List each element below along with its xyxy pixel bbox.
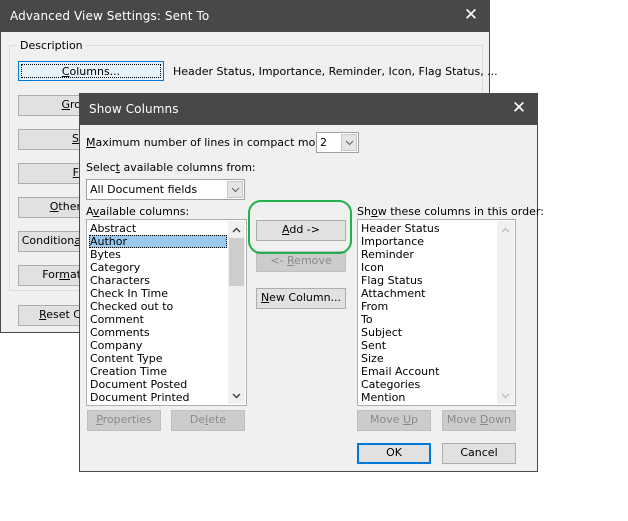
shown-columns-scrollbar[interactable]	[497, 221, 514, 404]
max-lines-value: 2	[320, 136, 327, 149]
delete-button[interactable]: Delete	[171, 410, 245, 431]
scroll-down-icon[interactable]	[228, 387, 245, 404]
add-button[interactable]: Add ->	[256, 220, 346, 241]
dialog-title: Advanced View Settings: Sent To	[10, 9, 210, 23]
available-column-item[interactable]: Characters	[89, 274, 227, 287]
columns-button[interactable]: Columns...	[18, 61, 164, 81]
move-down-button[interactable]: Move Down	[442, 410, 516, 431]
select-from-dropdown[interactable]: All Document fields	[86, 179, 245, 200]
available-column-item[interactable]: Comments	[89, 326, 227, 339]
ok-button[interactable]: OK	[357, 443, 431, 464]
scrollbar-thumb[interactable]	[229, 238, 244, 286]
available-column-item[interactable]: Check In Time	[89, 287, 227, 300]
max-lines-dropdown[interactable]: 2	[316, 132, 359, 153]
shown-columns-list[interactable]: Header Status Importance Reminder Icon Flag …	[357, 219, 516, 406]
select-from-label: Select available columns from:	[86, 161, 256, 174]
shown-column-item[interactable]: To	[360, 313, 496, 326]
chevron-down-icon[interactable]	[341, 134, 357, 151]
available-column-item[interactable]: Bytes	[89, 248, 227, 261]
shown-column-item[interactable]: Subject	[360, 326, 496, 339]
shown-column-item[interactable]: Header Status	[360, 222, 496, 235]
shown-columns-label: Show these columns in this order:	[357, 205, 544, 218]
close-icon[interactable]: ✕	[463, 6, 479, 24]
shown-column-item[interactable]: Reminder	[360, 248, 496, 261]
chevron-down-icon[interactable]	[227, 181, 243, 198]
available-column-item[interactable]: Document Printed	[89, 391, 227, 404]
available-columns-list[interactable]: Abstract Author Bytes Category Characters Che…	[86, 219, 247, 406]
close-icon[interactable]: ✕	[511, 99, 527, 117]
description-group-label: Description	[17, 39, 86, 52]
available-column-item[interactable]: Company	[89, 339, 227, 352]
show-columns-dialog: Show Columns ✕ Maximum number of lines i…	[79, 93, 544, 472]
scroll-up-icon[interactable]	[497, 221, 514, 238]
shown-column-item[interactable]: Size	[360, 352, 496, 365]
max-lines-label: Maximum number of lines in compact mode:	[86, 136, 333, 149]
available-column-item[interactable]: Creation Time	[89, 365, 227, 378]
properties-button[interactable]: Properties	[87, 410, 161, 431]
shown-column-item[interactable]: Sent	[360, 339, 496, 352]
shown-column-item[interactable]: From	[360, 300, 496, 313]
select-from-value: All Document fields	[90, 183, 198, 196]
move-up-button[interactable]: Move Up	[357, 410, 431, 431]
available-column-item[interactable]: Abstract	[89, 222, 227, 235]
advanced-view-settings-titlebar[interactable]: Advanced View Settings: Sent To ✕	[1, 1, 489, 32]
shown-column-item[interactable]: Flag Status	[360, 274, 496, 287]
scroll-down-icon[interactable]	[497, 387, 514, 404]
new-column-button[interactable]: New Column...	[256, 288, 346, 309]
dialog-title: Show Columns	[89, 102, 179, 116]
scroll-up-icon[interactable]	[228, 221, 245, 238]
cancel-button[interactable]: Cancel	[442, 443, 516, 464]
available-column-item[interactable]: Checked out to	[89, 300, 227, 313]
shown-column-item[interactable]: Importance	[360, 235, 496, 248]
available-column-item[interactable]: Comment	[89, 313, 227, 326]
available-column-item[interactable]: Document Posted	[89, 378, 227, 391]
available-column-item[interactable]: Content Type	[89, 352, 227, 365]
shown-column-item[interactable]: Mention	[360, 391, 496, 404]
remove-button[interactable]: <- Remove	[256, 251, 346, 272]
shown-column-item[interactable]: Email Account	[360, 365, 496, 378]
available-columns-scrollbar[interactable]	[228, 221, 245, 404]
shown-column-item[interactable]: Categories	[360, 378, 496, 391]
shown-column-item[interactable]: Icon	[360, 261, 496, 274]
shown-column-item[interactable]: Attachment	[360, 287, 496, 300]
available-column-item[interactable]: Category	[89, 261, 227, 274]
available-columns-label: Available columns:	[86, 205, 190, 218]
columns-summary: Header Status, Importance, Reminder, Ico…	[173, 65, 498, 78]
available-column-item[interactable]: Author	[89, 235, 227, 248]
show-columns-titlebar[interactable]: Show Columns ✕	[80, 94, 537, 125]
